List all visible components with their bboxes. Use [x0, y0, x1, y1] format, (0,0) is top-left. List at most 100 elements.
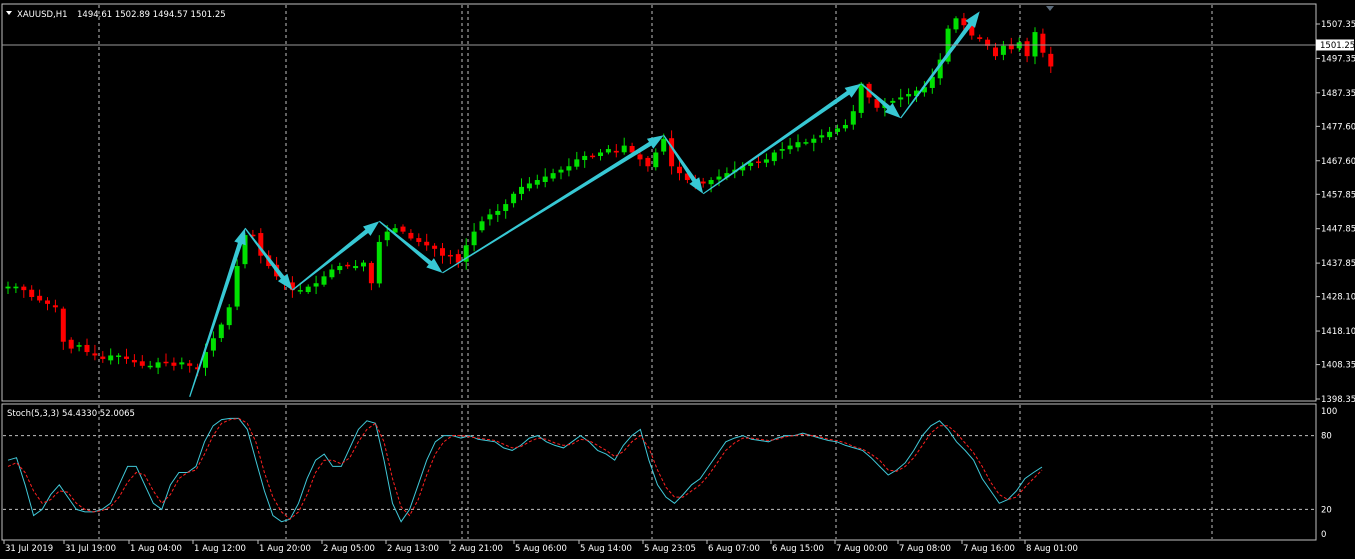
candle-body[interactable] [424, 241, 430, 246]
candle-body[interactable] [384, 231, 390, 241]
candle-body[interactable] [1000, 45, 1006, 55]
candle-body[interactable] [60, 308, 66, 342]
candle-body[interactable] [447, 254, 453, 257]
candle-body[interactable] [953, 18, 959, 30]
candle-body[interactable] [21, 286, 27, 291]
candle-body[interactable] [1040, 33, 1046, 53]
chart-shift-marker-icon[interactable] [1046, 6, 1054, 11]
candle-body[interactable] [116, 355, 122, 357]
candle-body[interactable] [108, 355, 114, 361]
candle-body[interactable] [5, 286, 11, 289]
candle-body[interactable] [511, 193, 517, 204]
candle-body[interactable] [842, 124, 848, 129]
candle-body[interactable] [637, 154, 643, 160]
candle-body[interactable] [605, 149, 611, 153]
candle-body[interactable] [100, 356, 106, 359]
candle-body[interactable] [84, 344, 90, 353]
candle-body[interactable] [961, 18, 967, 26]
candle-body[interactable] [139, 361, 145, 366]
candle-body[interactable] [898, 97, 904, 100]
candle-body[interactable] [653, 152, 659, 168]
candle-body[interactable] [337, 266, 343, 271]
candle-body[interactable] [76, 345, 82, 347]
candle-body[interactable] [906, 94, 912, 97]
candle-body[interactable] [708, 180, 714, 185]
candle-body[interactable] [787, 145, 793, 150]
candle-body[interactable] [661, 138, 667, 152]
candle-body[interactable] [313, 283, 319, 287]
candle-body[interactable] [13, 286, 19, 289]
candle-body[interactable] [700, 181, 706, 184]
candle-body[interactable] [234, 266, 240, 307]
candle-body[interactable] [218, 324, 224, 339]
candle-body[interactable] [827, 131, 833, 138]
candle-body[interactable] [226, 307, 232, 326]
chart-window[interactable]: 1507.35 1497.35 1487.35 1477.60 1467.60 1457.… [0, 0, 1355, 559]
candle-body[interactable] [179, 362, 185, 365]
symbol-dropdown-icon[interactable] [6, 11, 12, 15]
candle-body[interactable] [376, 241, 382, 284]
candle-body[interactable] [147, 365, 153, 368]
candle-body[interactable] [487, 214, 493, 220]
candle-body[interactable] [526, 183, 532, 189]
candle-body[interactable] [416, 238, 422, 242]
candle-body[interactable] [124, 356, 129, 359]
candle-body[interactable] [803, 142, 809, 144]
candle-body[interactable] [748, 162, 754, 166]
candle-body[interactable] [503, 204, 509, 211]
candle-body[interactable] [613, 150, 619, 153]
candle-body[interactable] [756, 161, 761, 163]
candle-body[interactable] [550, 173, 556, 179]
candle-body[interactable] [835, 128, 840, 132]
candle-body[interactable] [305, 286, 311, 293]
candle-body[interactable] [763, 159, 769, 163]
candle-body[interactable] [558, 169, 564, 173]
candle-body[interactable] [534, 180, 540, 185]
candle-body[interactable] [171, 362, 177, 366]
candle-body[interactable] [590, 155, 596, 158]
candle-body[interactable] [37, 295, 43, 301]
candle-body[interactable] [210, 338, 216, 351]
candle-body[interactable] [542, 176, 548, 182]
candle-body[interactable] [598, 152, 603, 156]
candle-body[interactable] [471, 231, 477, 246]
candle-body[interactable] [353, 266, 359, 269]
candle-body[interactable] [29, 289, 35, 297]
candle-body[interactable] [977, 37, 983, 39]
candle-body[interactable] [795, 142, 801, 148]
candle-body[interactable] [329, 269, 335, 278]
candle-body[interactable] [297, 290, 303, 292]
candle-body[interactable] [1048, 53, 1054, 67]
candle-body[interactable] [621, 145, 627, 153]
candle-body[interactable] [345, 264, 351, 267]
candle-body[interactable] [408, 232, 414, 239]
candle-body[interactable] [400, 226, 406, 232]
candle-body[interactable] [495, 210, 501, 215]
candle-body[interactable] [716, 176, 722, 180]
candle-body[interactable] [440, 248, 445, 256]
candle-body[interactable] [811, 138, 817, 143]
candle-body[interactable] [361, 262, 366, 267]
candle-body[interactable] [68, 339, 74, 349]
candle-body[interactable] [574, 159, 580, 167]
chart-svg[interactable]: 1507.35 1497.35 1487.35 1477.60 1467.60 1457.… [0, 0, 1355, 559]
candle-body[interactable] [368, 262, 374, 284]
candle-body[interactable] [519, 186, 524, 194]
candle-body[interactable] [92, 353, 98, 356]
candle-body[interactable] [155, 362, 161, 368]
candle-body[interactable] [677, 166, 682, 174]
candle-body[interactable] [850, 111, 856, 125]
candle-body[interactable] [669, 138, 675, 167]
candlesticks[interactable] [5, 12, 1054, 377]
candle-body[interactable] [45, 300, 50, 304]
candle-body[interactable] [131, 360, 137, 363]
candle-body[interactable] [858, 83, 864, 113]
candle-body[interactable] [645, 157, 651, 167]
candle-body[interactable] [779, 149, 785, 151]
candle-body[interactable] [52, 305, 58, 308]
candle-body[interactable] [321, 276, 327, 285]
candle-body[interactable] [566, 166, 572, 171]
candle-body[interactable] [187, 363, 193, 366]
candle-body[interactable] [1024, 41, 1030, 57]
candle-body[interactable] [582, 155, 588, 161]
